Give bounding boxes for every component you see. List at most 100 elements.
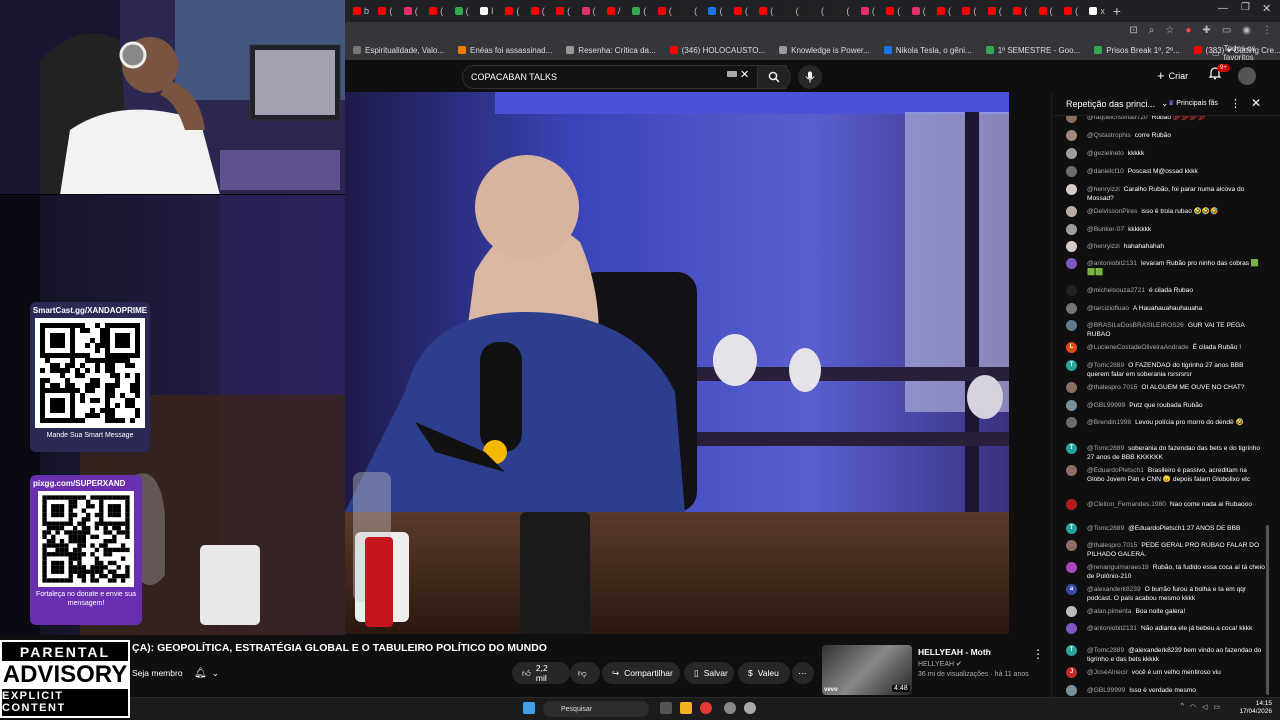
profile-icon[interactable]: ◉ <box>1242 25 1251 36</box>
browser-tab[interactable]: b <box>349 2 374 20</box>
bookmark-item[interactable]: Resenha: Crítica da... <box>566 46 656 55</box>
chat-username[interactable]: @gezielneto <box>1087 150 1124 157</box>
browser-tab[interactable]: ( <box>578 2 603 20</box>
battery-icon[interactable]: ▭ <box>1213 703 1220 711</box>
chat-avatar[interactable] <box>1066 685 1077 696</box>
browser-tab[interactable]: ( <box>806 2 831 20</box>
chat-close-icon[interactable]: ✕ <box>1251 96 1261 110</box>
chat-avatar[interactable] <box>1066 465 1077 476</box>
browser-tab[interactable]: ( <box>857 2 882 20</box>
maximize-icon[interactable]: ❐ <box>1241 2 1250 13</box>
browser-tab[interactable]: ( <box>958 2 983 20</box>
chat-avatar[interactable]: T <box>1066 645 1077 656</box>
puzzle-icon[interactable]: ✚ <box>1202 25 1210 36</box>
chat-avatar[interactable]: a <box>1066 584 1077 595</box>
chat-username[interactable]: @tarciziofluao <box>1087 305 1129 312</box>
tray-chevron-icon[interactable]: ^ <box>1181 703 1184 711</box>
browser-tab[interactable]: ( <box>781 2 806 20</box>
chat-scrollbar[interactable] <box>1266 525 1269 695</box>
more-actions-button[interactable]: ⋯ <box>792 662 814 684</box>
bookmark-item[interactable]: Espiritualidade, Valo... <box>353 46 444 55</box>
chat-avatar[interactable] <box>1066 206 1077 217</box>
next-video-channel[interactable]: HELLYEAH ✔ <box>918 660 962 668</box>
chat-avatar[interactable] <box>1066 224 1077 235</box>
dislike-button[interactable]: 👎︎ <box>570 662 600 684</box>
next-video-card[interactable]: vevo 4:48 HELLYEAH - Moth HELLYEAH ✔ 36 … <box>822 645 1052 697</box>
speaker-icon[interactable]: ◁ <box>1202 703 1207 711</box>
sidebar-icon[interactable]: ▭ <box>1222 25 1231 36</box>
browser-tab[interactable]: ( <box>679 2 704 20</box>
browser-tab[interactable]: I <box>476 2 501 20</box>
share-button[interactable]: ↪ Compartilhar <box>602 662 680 684</box>
browser-tab[interactable]: ( <box>1035 2 1060 20</box>
next-video-thumbnail[interactable]: vevo 4:48 <box>822 645 912 695</box>
chat-avatar[interactable] <box>1066 148 1077 159</box>
new-tab-icon[interactable]: + <box>1113 3 1121 19</box>
chat-username[interactable]: @EduardoPletsch1 <box>1087 467 1144 474</box>
app-icon-2[interactable] <box>744 702 756 714</box>
chat-avatar[interactable] <box>1066 623 1077 634</box>
browser-tab[interactable]: ( <box>400 2 425 20</box>
thanks-button[interactable]: $ Valeu <box>738 662 790 684</box>
chat-username[interactable]: @Tomc2889 <box>1087 362 1124 369</box>
clock[interactable]: 14:15 17/04/2026 <box>1239 700 1272 716</box>
chat-avatar[interactable] <box>1066 258 1077 269</box>
top-fans-button[interactable]: ♛ Principais fãs <box>1168 99 1218 108</box>
windows-start-icon[interactable] <box>523 702 535 714</box>
chat-username[interactable]: @DeivissonPires <box>1087 208 1137 215</box>
chat-username[interactable]: @thalespro.7015 <box>1087 384 1137 391</box>
chat-username[interactable]: @renanguimaraes19 <box>1087 564 1149 571</box>
browser-tab[interactable]: ( <box>425 2 450 20</box>
chat-username[interactable]: @Cleiton_Fernandes.1980 <box>1087 501 1166 508</box>
browser-tab[interactable]: ( <box>831 2 856 20</box>
bookmark-item[interactable]: Nikola Tesla, o gêni... <box>883 46 972 55</box>
chat-username[interactable]: @GBL99999 <box>1087 402 1125 409</box>
browser-tab[interactable]: ( <box>552 2 577 20</box>
voice-search-button[interactable] <box>798 65 822 89</box>
chat-message-list[interactable]: @raquelcristina9720 Rubão 💯💯💯💯 @Qstastroph… <box>1052 112 1280 697</box>
chat-username[interactable]: @antoniobit2131 <box>1087 625 1137 632</box>
browser-tab[interactable]: ( <box>755 2 780 20</box>
extension-icon[interactable]: ● <box>1185 25 1191 36</box>
browser-tab[interactable]: ( <box>451 2 476 20</box>
chat-more-icon[interactable]: ⋮ <box>1230 97 1241 110</box>
browser-tab[interactable]: ( <box>527 2 552 20</box>
minimize-icon[interactable]: — <box>1218 3 1228 14</box>
browser-tab[interactable]: ( <box>1060 2 1085 20</box>
account-avatar[interactable] <box>1238 67 1256 85</box>
chat-username[interactable]: @Tomc2889 <box>1087 647 1124 654</box>
browser-tab[interactable]: ( <box>933 2 958 20</box>
browser-tab[interactable]: ( <box>628 2 653 20</box>
chat-username[interactable]: @michelsouza2721 <box>1087 287 1145 294</box>
search-button[interactable] <box>757 65 791 89</box>
chat-avatar[interactable]: L <box>1066 342 1077 353</box>
chat-avatar[interactable] <box>1066 320 1077 331</box>
join-button[interactable]: Seja membro <box>132 662 183 684</box>
chat-username[interactable]: @henryizzi <box>1087 243 1120 250</box>
browser-tab[interactable]: ( <box>501 2 526 20</box>
chat-avatar[interactable] <box>1066 417 1077 428</box>
chat-username[interactable]: @LucieneCostadeOliveiraAndrade <box>1087 344 1189 351</box>
browser-tab[interactable]: ( <box>882 2 907 20</box>
app-icon-1[interactable] <box>724 702 736 714</box>
like-button[interactable]: 👍︎ 2,2 mil <box>512 662 570 684</box>
video-player[interactable] <box>345 92 1009 634</box>
keyboard-icon[interactable] <box>727 71 737 77</box>
create-button[interactable]: + Criar <box>1157 68 1188 83</box>
chat-username[interactable]: @danielcf10 <box>1087 168 1124 175</box>
chat-avatar[interactable] <box>1066 606 1077 617</box>
next-video-more-icon[interactable]: ⋮ <box>1032 647 1044 661</box>
window-close-icon[interactable]: ✕ <box>1262 2 1271 15</box>
browser-tab[interactable]: / <box>603 2 628 20</box>
clear-search-icon[interactable]: ✕ <box>740 68 749 81</box>
chat-username[interactable]: @antoniobit2131 <box>1087 260 1137 267</box>
search-input[interactable]: COPACABAN TALKS <box>462 65 787 89</box>
bookmark-star-icon[interactable]: ☆ <box>1165 25 1174 36</box>
browser-tab[interactable]: x <box>1085 2 1110 20</box>
browser-tab[interactable]: ( <box>704 2 729 20</box>
save-button[interactable]: ▯ Salvar <box>684 662 734 684</box>
screenshot-icon[interactable]: ⊡ <box>1129 25 1137 36</box>
chat-avatar[interactable] <box>1066 241 1077 252</box>
chat-username[interactable]: @alexanderk8239 <box>1087 586 1141 593</box>
chat-avatar[interactable] <box>1066 285 1077 296</box>
